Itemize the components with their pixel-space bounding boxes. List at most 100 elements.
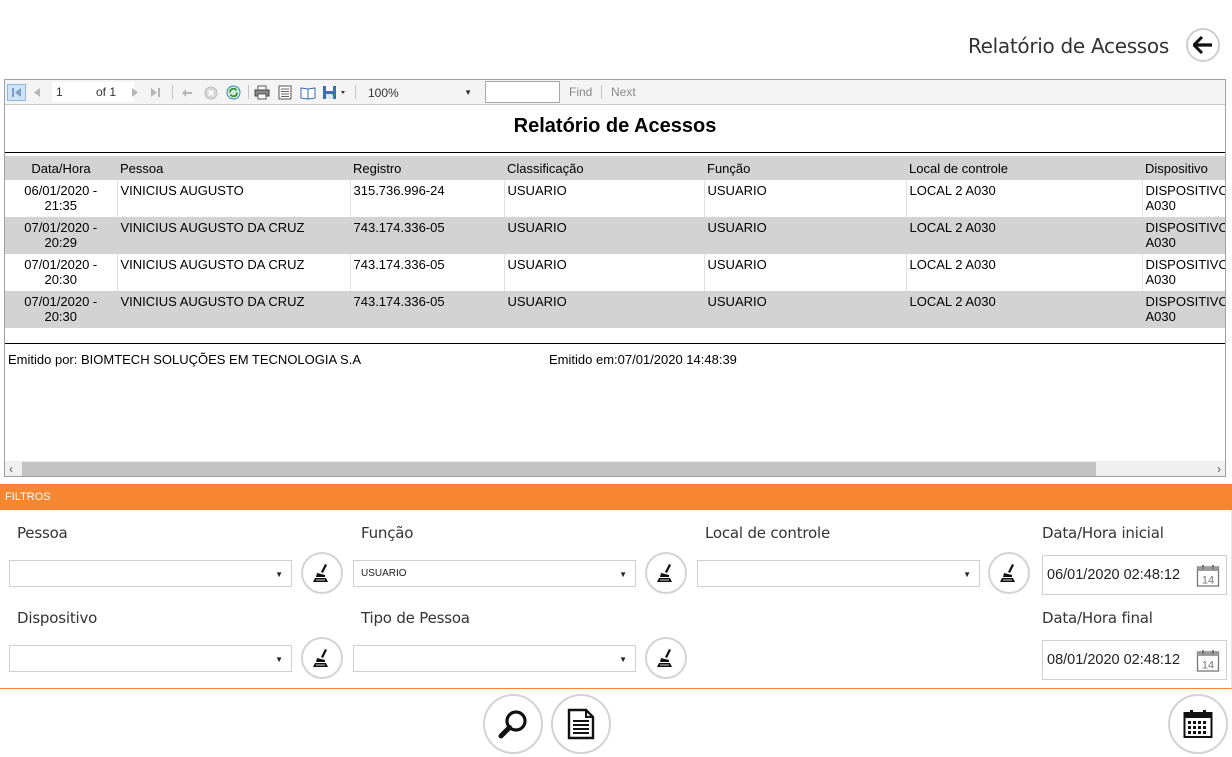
cell-dispositivo: DISPOSITIVO A030 — [1141, 291, 1225, 328]
arrow-back-icon — [182, 88, 192, 97]
refresh-icon — [226, 85, 240, 100]
next-page-icon — [132, 88, 138, 97]
data-final-value: 08/01/2020 02:48:12 — [1047, 652, 1181, 668]
scroll-right-icon[interactable]: › — [1217, 461, 1221, 476]
report-toolbar: 1 of 1 100% ▼ Find Next — [5, 80, 1225, 105]
cell-dispositivo: DISPOSITIVO A030 — [1141, 217, 1225, 254]
table-row: 07/01/2020 - 20:30 VINICIUS AUGUSTO DA C… — [5, 291, 1225, 328]
stop-button[interactable] — [202, 84, 219, 101]
cell-local: LOCAL 2 A030 — [905, 217, 1142, 254]
magnifier-icon — [498, 710, 527, 739]
table-row: 07/01/2020 - 20:29 VINICIUS AUGUSTO DA C… — [5, 217, 1225, 254]
cell-classificacao: USUARIO — [503, 291, 704, 328]
prev-page-button[interactable] — [30, 84, 44, 101]
table-row: 07/01/2020 - 20:30 VINICIUS AUGUSTO DA C… — [5, 254, 1225, 291]
print-button[interactable] — [253, 84, 271, 101]
calendar-icon[interactable]: 14 — [1196, 649, 1220, 673]
broom-icon — [313, 564, 328, 582]
chevron-down-icon: ▼ — [963, 570, 971, 579]
find-input[interactable] — [485, 81, 560, 103]
scroll-left-icon[interactable]: ‹ — [9, 461, 13, 476]
search-button[interactable] — [483, 694, 543, 754]
find-link[interactable]: Find — [569, 85, 592, 99]
column-header: Pessoa — [117, 156, 350, 180]
calendar-icon — [1183, 710, 1213, 738]
toolbar-separator — [355, 85, 356, 99]
cell-registro: 743.174.336-05 — [349, 254, 504, 291]
calendar-day: 14 — [1202, 575, 1214, 587]
clear-funcao-button[interactable] — [645, 552, 687, 594]
page-title: Relatório de Acessos — [967, 34, 1169, 58]
refresh-button[interactable] — [224, 84, 242, 101]
broom-icon — [313, 649, 328, 667]
local-label: Local de controle — [705, 524, 830, 542]
tipo-pessoa-select[interactable]: ▼ — [353, 645, 636, 672]
chevron-down-icon: ▼ — [619, 570, 627, 579]
cell-funcao: USUARIO — [703, 180, 906, 217]
cell-dispositivo: DISPOSITIVO A030 — [1141, 254, 1225, 291]
report-table: Data/Hora Pessoa Registro Classificação … — [5, 156, 1225, 328]
data-inicial-picker[interactable]: 06/01/2020 02:48:12 14 — [1042, 555, 1227, 595]
cell-datetime: 06/01/2020 - 21:35 — [24, 183, 98, 213]
dispositivo-label: Dispositivo — [17, 609, 98, 627]
cell-pessoa: VINICIUS AUGUSTO — [116, 180, 350, 217]
pessoa-select[interactable]: ▼ — [9, 560, 292, 587]
page-setup-button[interactable] — [299, 84, 316, 101]
cell-pessoa: VINICIUS AUGUSTO DA CRUZ — [116, 254, 350, 291]
toolbar-separator — [172, 85, 173, 99]
toolbar-separator — [601, 85, 602, 99]
scrollbar-thumb[interactable] — [22, 462, 1096, 476]
back-button[interactable] — [1186, 28, 1220, 62]
filters-header: FILTROS — [0, 484, 1232, 510]
horizontal-scrollbar[interactable]: ‹ › — [5, 461, 1225, 476]
print-layout-button[interactable] — [276, 84, 293, 101]
export-button[interactable] — [321, 84, 349, 101]
zoom-select[interactable]: 100% ▼ — [364, 83, 476, 102]
back-to-parent-button[interactable] — [179, 84, 195, 101]
cell-funcao: USUARIO — [703, 217, 906, 254]
column-header: Classificação — [504, 156, 704, 180]
save-export-icon — [323, 86, 345, 99]
schedule-button[interactable] — [1168, 694, 1228, 754]
clear-local-button[interactable] — [988, 552, 1030, 594]
calendar-icon[interactable]: 14 — [1196, 564, 1220, 588]
cell-local: LOCAL 2 A030 — [905, 180, 1142, 217]
last-page-icon — [150, 88, 160, 97]
column-header: Data/Hora — [5, 156, 117, 180]
last-page-button[interactable] — [148, 84, 162, 101]
dispositivo-select[interactable]: ▼ — [9, 645, 292, 672]
clear-pessoa-button[interactable] — [301, 552, 343, 594]
next-page-button[interactable] — [129, 84, 141, 101]
first-page-icon — [12, 88, 21, 97]
generate-report-button[interactable] — [551, 694, 611, 754]
title-rule — [5, 152, 1225, 153]
first-page-button[interactable] — [7, 84, 26, 101]
report-viewer: 1 of 1 100% ▼ Find Next Relatório de Ace… — [4, 79, 1226, 477]
chevron-down-icon: ▼ — [275, 570, 283, 579]
page-number-input[interactable]: 1 — [52, 82, 134, 102]
broom-icon — [657, 649, 672, 667]
clear-tipo-pessoa-button[interactable] — [645, 637, 687, 679]
emitted-at: Emitido em:07/01/2020 14:48:39 — [549, 352, 737, 367]
tipo-pessoa-label: Tipo de Pessoa — [361, 609, 470, 627]
cell-funcao: USUARIO — [703, 291, 906, 328]
next-link[interactable]: Next — [611, 85, 636, 99]
data-inicial-value: 06/01/2020 02:48:12 — [1047, 567, 1181, 583]
data-inicial-label: Data/Hora inicial — [1042, 524, 1164, 542]
cell-dispositivo: DISPOSITIVO A030 — [1141, 180, 1225, 217]
cell-pessoa: VINICIUS AUGUSTO DA CRUZ — [116, 291, 350, 328]
cell-local: LOCAL 2 A030 — [905, 254, 1142, 291]
cell-registro: 743.174.336-05 — [349, 217, 504, 254]
page-layout-icon — [278, 85, 291, 100]
funcao-select[interactable]: USUARIO ▼ — [353, 560, 636, 587]
cell-local: LOCAL 2 A030 — [905, 291, 1142, 328]
clear-dispositivo-button[interactable] — [301, 637, 343, 679]
data-final-picker[interactable]: 08/01/2020 02:48:12 14 — [1042, 640, 1227, 680]
cell-classificacao: USUARIO — [503, 254, 704, 291]
filters-panel: Pessoa ▼ Função USUARIO ▼ Local de contr… — [0, 510, 1232, 689]
local-select[interactable]: ▼ — [697, 560, 980, 587]
broom-icon — [1000, 564, 1015, 582]
column-header: Registro — [350, 156, 504, 180]
pessoa-label: Pessoa — [17, 524, 68, 542]
cell-datetime: 07/01/2020 - 20:30 — [24, 257, 98, 287]
